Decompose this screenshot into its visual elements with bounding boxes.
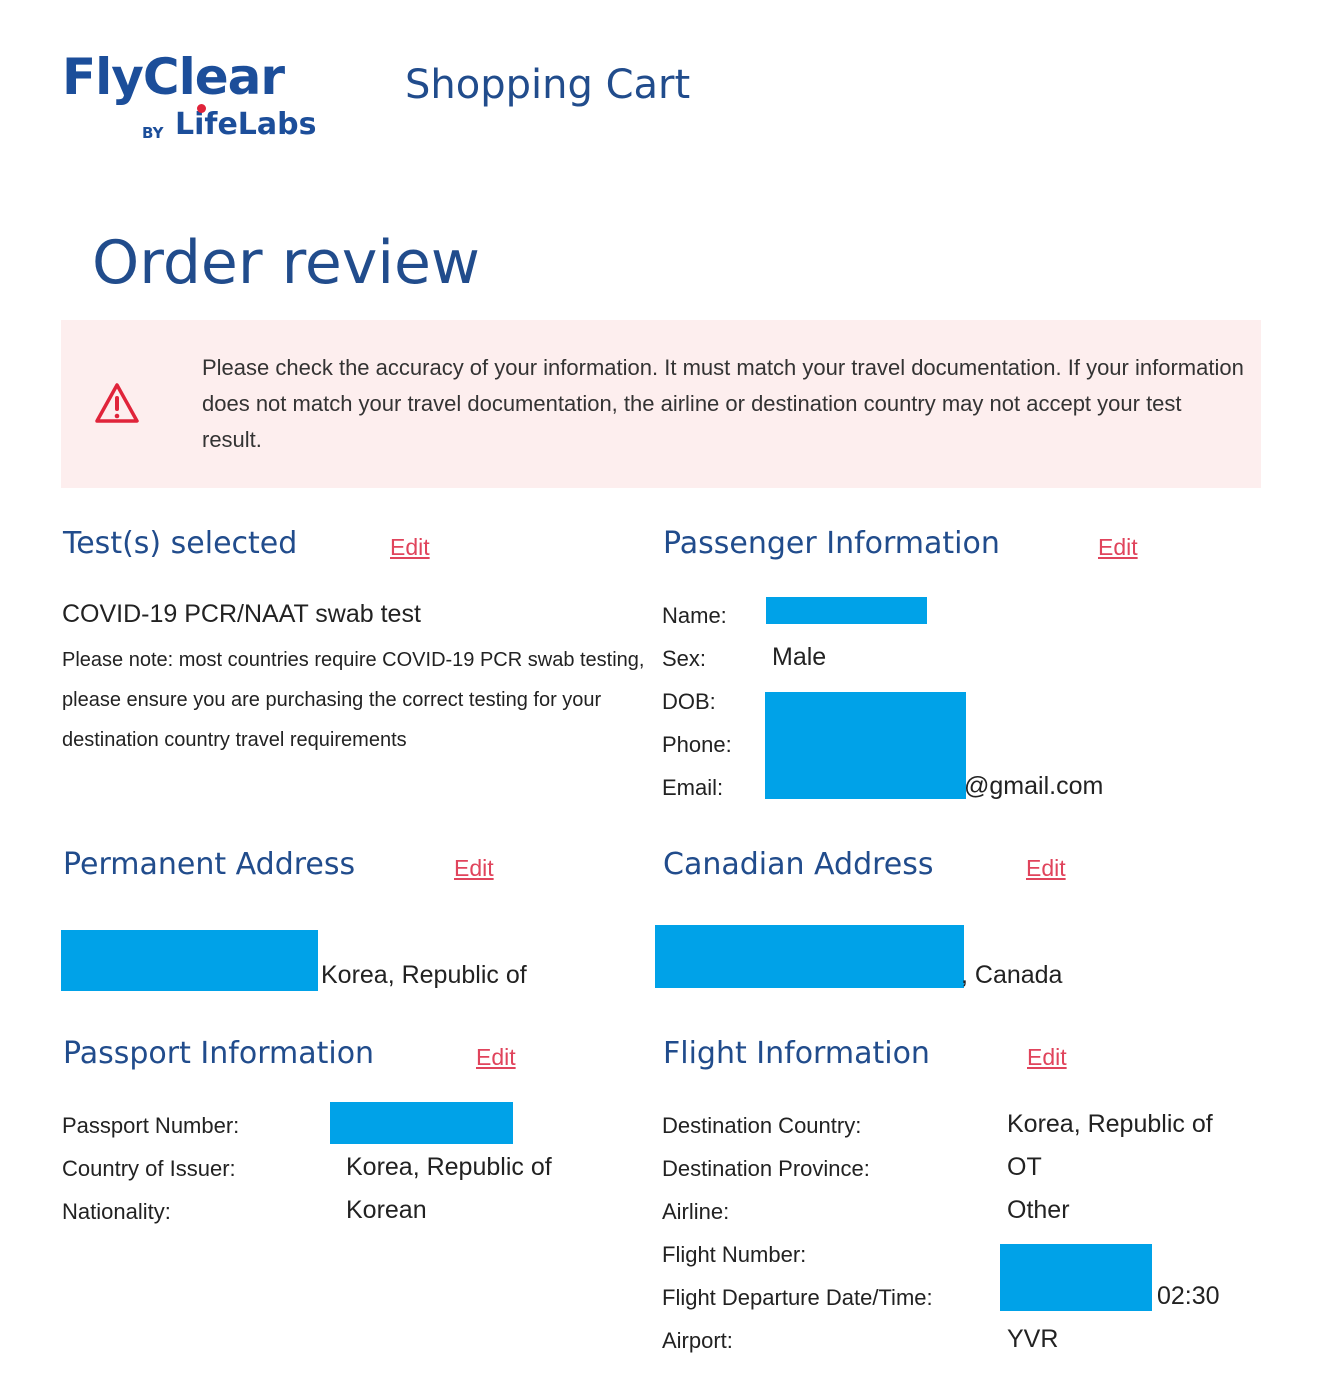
edit-passport-link[interactable]: Edit [476, 1044, 516, 1071]
airline-label: Airline: [662, 1199, 730, 1224]
warning-text: Please check the accuracy of your inform… [202, 355, 1244, 452]
canadian-address-heading: Canadian Address [663, 847, 934, 882]
test-name: COVID-19 PCR/NAAT swab test [62, 600, 421, 628]
canadian-address-country: , Canada [961, 961, 1063, 989]
destination-province-label: Destination Province: [662, 1156, 870, 1181]
tests-heading: Test(s) selected [63, 526, 298, 561]
email-suffix: @gmail.com [964, 772, 1104, 800]
test-note: Please note: most countries require COVI… [62, 649, 645, 751]
permanent-address-redaction [61, 930, 318, 991]
airport-label: Airport: [662, 1328, 733, 1353]
page-title: Order review [92, 228, 481, 298]
flight-number-label: Flight Number: [662, 1242, 807, 1267]
permanent-address-country: Korea, Republic of [321, 961, 527, 989]
issuer-label: Country of Issuer: [62, 1156, 236, 1181]
logo-lifelabs: LifeLabs [175, 107, 317, 142]
airline-value: Other [1007, 1196, 1070, 1224]
passenger-heading: Passenger Information [663, 526, 1000, 561]
edit-canadian-address-link[interactable]: Edit [1026, 855, 1066, 882]
issuer-value: Korea, Republic of [346, 1153, 552, 1181]
passport-number-label: Passport Number: [62, 1113, 240, 1138]
dob-phone-email-redaction [765, 692, 966, 799]
destination-country-label: Destination Country: [662, 1113, 862, 1138]
logo-by: BY [142, 124, 164, 142]
name-label: Name: [662, 603, 727, 628]
departure-time-value: 02:30 [1157, 1282, 1220, 1310]
passport-number-redaction [330, 1102, 513, 1144]
nationality-value: Korean [346, 1196, 427, 1224]
phone-label: Phone: [662, 732, 732, 757]
sex-label: Sex: [662, 646, 707, 671]
permanent-address-heading: Permanent Address [63, 847, 356, 882]
edit-flight-link[interactable]: Edit [1027, 1044, 1067, 1071]
page-header-title: Shopping Cart [405, 62, 691, 108]
destination-country-value: Korea, Republic of [1007, 1110, 1213, 1138]
departure-label: Flight Departure Date/Time: [662, 1285, 933, 1310]
passport-heading: Passport Information [63, 1036, 375, 1071]
edit-tests-link[interactable]: Edit [390, 534, 430, 561]
flight-number-departure-redaction [1000, 1244, 1152, 1311]
edit-passenger-link[interactable]: Edit [1098, 534, 1138, 561]
name-redaction [766, 597, 927, 624]
logo-flyclear: FlyClear [62, 48, 285, 106]
destination-province-value: OT [1007, 1153, 1042, 1181]
email-label: Email: [662, 775, 724, 800]
edit-permanent-address-link[interactable]: Edit [454, 855, 494, 882]
logo-dot-icon [197, 104, 206, 113]
sex-value: Male [772, 643, 827, 671]
warning-icon [95, 383, 139, 423]
flight-heading: Flight Information [663, 1036, 930, 1071]
airport-value: YVR [1007, 1325, 1059, 1353]
dob-label: DOB: [662, 689, 716, 714]
canadian-address-redaction [655, 925, 964, 988]
nationality-label: Nationality: [62, 1199, 171, 1224]
